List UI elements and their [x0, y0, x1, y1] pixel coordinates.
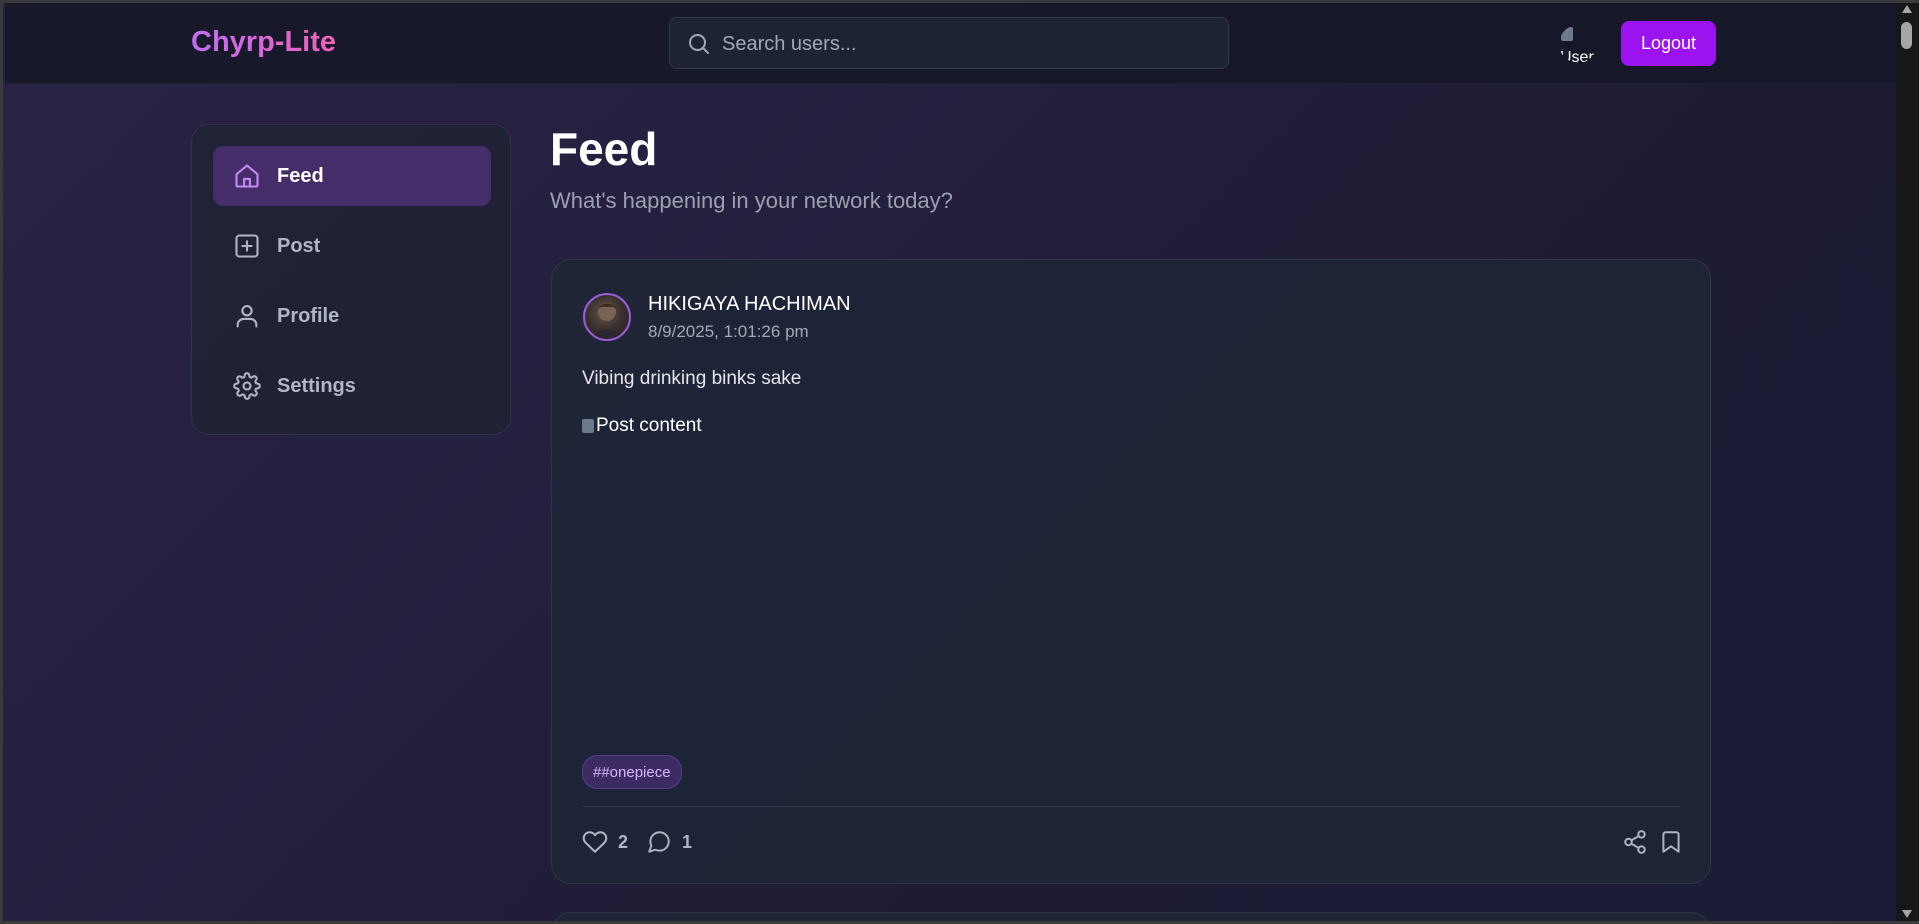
sidebar-item-profile[interactable]: Profile	[213, 286, 491, 346]
comment-count: 1	[682, 831, 693, 852]
post-card-next	[551, 912, 1711, 924]
post-card: HIKIGAYA HACHIMAN 8/9/2025, 1:01:26 pm V…	[551, 259, 1711, 884]
avatar-image	[591, 303, 623, 339]
search-icon	[689, 34, 709, 54]
share-icon[interactable]	[1622, 829, 1648, 855]
sidebar-item-label: Profile	[277, 304, 340, 327]
sidebar-item-post[interactable]: Post	[213, 216, 491, 276]
post-timestamp: 8/9/2025, 1:01:26 pm	[648, 322, 809, 341]
search-box[interactable]	[669, 17, 1229, 70]
like-button[interactable]: 2	[582, 827, 628, 857]
sidebar: Feed Post Profile Settings	[191, 124, 511, 435]
divider	[582, 806, 1680, 807]
scroll-up-arrow-icon[interactable]	[1902, 5, 1912, 13]
home-icon	[235, 164, 259, 188]
comment-button[interactable]: 1	[646, 827, 692, 857]
sidebar-item-settings[interactable]: Settings	[213, 356, 491, 416]
top-navbar: Chyrp-Lite User Logout	[5, 3, 1896, 84]
post-author-name[interactable]: HIKIGAYA HACHIMAN	[648, 293, 851, 316]
post-image[interactable]: Post content	[582, 415, 702, 437]
comment-icon	[648, 831, 670, 853]
hashtag-badge[interactable]: ##onepiece	[582, 755, 682, 789]
bookmark-icon[interactable]	[1658, 829, 1684, 855]
page-subtitle: What's happening in your network today?	[550, 188, 953, 213]
broken-image-icon	[1561, 27, 1573, 41]
post-image-alt: Post content	[596, 415, 702, 436]
user-icon	[236, 305, 258, 328]
sidebar-item-label: Settings	[277, 374, 356, 397]
scroll-down-arrow-icon[interactable]	[1902, 910, 1912, 918]
heart-icon	[582, 831, 608, 853]
scrollbar[interactable]	[1896, 0, 1919, 924]
broken-image-icon	[582, 419, 594, 433]
post-author-avatar[interactable]	[583, 293, 631, 341]
like-count: 2	[618, 831, 629, 852]
logout-button[interactable]: Logout	[1621, 21, 1716, 66]
sidebar-item-feed[interactable]: Feed	[213, 146, 491, 206]
plus-square-icon	[235, 234, 259, 258]
user-avatar[interactable]: User	[1559, 25, 1597, 63]
scrollbar-thumb[interactable]	[1901, 22, 1912, 49]
post-text: Vibing drinking binks sake	[582, 368, 802, 389]
search-input[interactable]	[720, 18, 1214, 70]
sidebar-item-label: Post	[277, 234, 321, 257]
avatar-alt-text: User	[1560, 49, 1594, 63]
sidebar-item-label: Feed	[277, 164, 324, 187]
gear-icon	[233, 372, 261, 400]
page-title: Feed	[550, 123, 658, 175]
brand-logo[interactable]: Chyrp-Lite	[191, 26, 336, 59]
